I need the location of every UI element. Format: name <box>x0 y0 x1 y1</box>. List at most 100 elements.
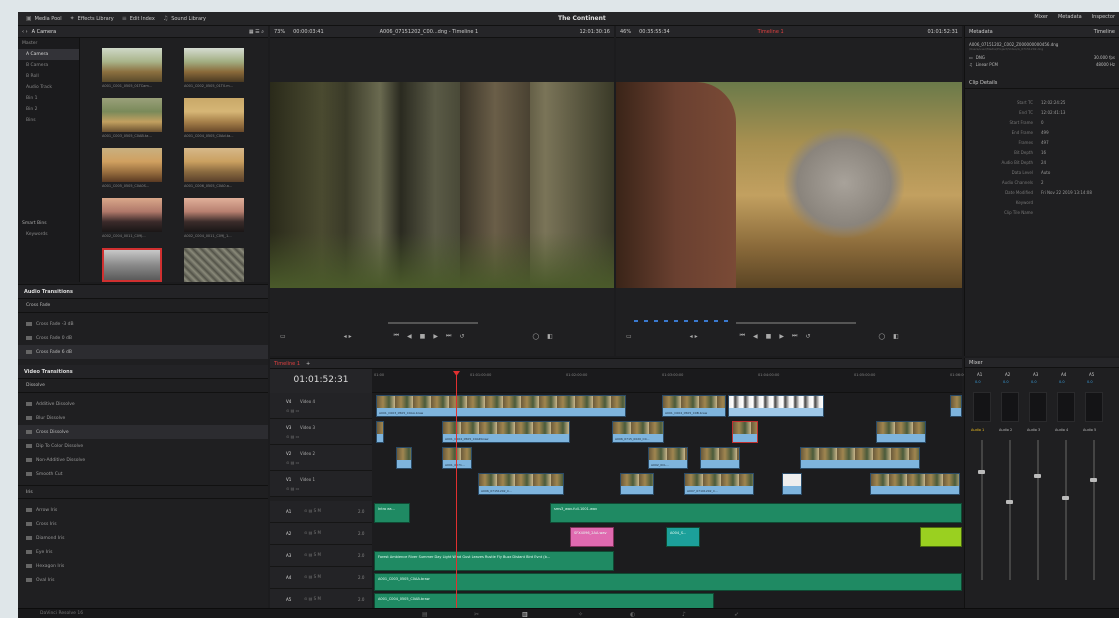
lock-icon[interactable]: ⊙ ▤ ▭ <box>286 408 299 413</box>
zoom-dropdown[interactable]: 46% <box>620 29 631 35</box>
audio-clip[interactable]: Forest Ambience River Summer Day Light W… <box>374 551 614 571</box>
video-clip[interactable]: A007_07101202_C... <box>684 473 754 495</box>
video-clip[interactable] <box>876 421 926 443</box>
grid-view-icon[interactable]: ▦ ☰ ⌕ <box>249 29 264 35</box>
color-page-icon[interactable]: ◐ <box>630 611 635 618</box>
effect-item[interactable]: Additive Dissolve <box>18 397 268 411</box>
fader-knob[interactable] <box>1090 478 1097 482</box>
effect-item[interactable]: Cross Iris <box>18 517 268 531</box>
effect-item[interactable]: Non-Additive Dissolve <box>18 453 268 467</box>
clip-thumbnail[interactable] <box>102 48 162 82</box>
clip-thumbnail[interactable] <box>102 148 162 182</box>
track-name[interactable]: Video 4 <box>300 399 315 404</box>
effect-item[interactable]: Diamond Iris <box>18 531 268 545</box>
master-bin[interactable]: Master <box>18 38 79 49</box>
mute-solo-icon[interactable]: ⊙ ▤ S M <box>304 596 321 601</box>
video-clip[interactable] <box>950 395 962 417</box>
back-icon[interactable]: ‹ › <box>22 29 28 35</box>
video-clip[interactable]: A006_07151202_C... <box>478 473 564 495</box>
effect-item[interactable]: Smooth Cut <box>18 467 268 481</box>
play-icon[interactable]: ▶ <box>433 333 438 340</box>
effect-item[interactable]: Dip To Color Dissolve <box>18 439 268 453</box>
video-track-header[interactable]: V2 Video 2 ⊙ ▤ ▭ <box>270 445 372 471</box>
video-track-header[interactable]: V4 Video 4 ⊙ ▤ ▭ <box>270 393 372 419</box>
audio-track-header[interactable]: A3 ⊙ ▤ S M 2.0 <box>270 545 372 567</box>
mark-out-icon[interactable]: ◧ <box>893 333 899 340</box>
video-clip[interactable]: A006_0715_0020_C0... <box>612 421 664 443</box>
effect-item[interactable]: Eye Iris <box>18 545 268 559</box>
metadata-value[interactable]: Fri Nov 22 2019 13:14:08 <box>1037 190 1092 195</box>
bin-item[interactable]: Audio Track <box>18 82 79 93</box>
effect-item[interactable]: Cross Dissolve <box>18 425 268 439</box>
mute-solo-icon[interactable]: ⊙ ▤ S M <box>304 552 321 557</box>
track-name[interactable]: Video 3 <box>300 425 315 430</box>
video-clip[interactable]: A001_0071... <box>442 447 472 469</box>
inspector-tab[interactable]: Inspector <box>1092 14 1115 20</box>
effect-item[interactable]: Cross Fade 0 dB <box>18 331 268 345</box>
mute-solo-icon[interactable]: ⊙ ▤ S M <box>304 508 321 513</box>
effect-item[interactable]: Cross Fade -3 dB <box>18 317 268 331</box>
bus-label[interactable]: Audio 5 <box>1083 428 1096 432</box>
audio-track-header[interactable]: A1 ⊙ ▤ S M 2.0 <box>270 501 372 523</box>
media-pool-tab[interactable]: ▣ Media Pool <box>26 15 62 22</box>
mute-solo-icon[interactable]: ⊙ ▤ S M <box>304 574 321 579</box>
timeline-name-dropdown[interactable]: Timeline 1 <box>758 29 784 35</box>
video-clip[interactable]: A001_C004_0505_C0AP.braw <box>442 421 570 443</box>
loop-icon[interactable]: ↺ <box>459 333 464 340</box>
next-clip-icon[interactable]: ⏭ <box>792 332 797 340</box>
timeline-tab[interactable]: Timeline <box>1094 29 1115 35</box>
sound-library-tab[interactable]: ♫ Sound Library <box>163 15 206 22</box>
source-scrub-bar[interactable] <box>388 322 478 324</box>
effect-item[interactable]: Oval Iris <box>18 573 268 587</box>
video-clip[interactable] <box>620 473 654 495</box>
deliver-page-icon[interactable]: ➶ <box>734 611 739 618</box>
bus-label[interactable]: Audio 1 <box>971 428 984 432</box>
mixer-tab[interactable]: Mixer <box>1034 14 1048 20</box>
lock-icon[interactable]: ⊙ ▤ ▭ <box>286 460 299 465</box>
mark-in-icon[interactable]: ◯ <box>878 333 885 340</box>
video-clip[interactable] <box>376 421 384 443</box>
playhead[interactable] <box>456 371 457 609</box>
video-clip[interactable] <box>396 447 412 469</box>
metadata-value[interactable]: 12:02:24:25 <box>1037 100 1065 105</box>
timeline-tab[interactable]: Timeline 1 <box>274 361 300 367</box>
video-clip[interactable] <box>870 473 960 495</box>
stop-icon[interactable]: ■ <box>420 333 426 340</box>
prev-clip-icon[interactable]: ⏮ <box>740 332 745 340</box>
effect-item[interactable]: Blur Dissolve <box>18 411 268 425</box>
video-clip[interactable] <box>700 447 740 469</box>
video-clip[interactable]: A002_0CL... <box>648 447 688 469</box>
video-clip[interactable] <box>732 421 758 443</box>
metadata-tab[interactable]: Metadata <box>1058 14 1082 20</box>
audio-clip[interactable]: A004_S... <box>666 527 700 547</box>
clip-thumbnail-selected[interactable] <box>102 248 162 282</box>
edit-page-icon[interactable]: ▥ <box>522 611 528 618</box>
fader-knob[interactable] <box>1006 500 1013 504</box>
cut-page-icon[interactable]: ✂ <box>474 611 479 618</box>
audio-clip[interactable]: Intro ea... <box>374 503 410 523</box>
metadata-value[interactable]: 499 <box>1037 130 1049 135</box>
play-reverse-icon[interactable]: ◀ <box>407 333 412 340</box>
bin-item[interactable]: Bin 1 <box>18 93 79 104</box>
effects-library-tab[interactable]: ✦ Effects Library <box>70 15 114 22</box>
fairlight-page-icon[interactable]: ♪ <box>682 611 686 618</box>
clip-thumbnail[interactable] <box>184 248 244 282</box>
effect-item[interactable]: Hexagon Iris <box>18 559 268 573</box>
track-name[interactable]: Video 2 <box>300 451 315 456</box>
lock-icon[interactable]: ⊙ ▤ ▭ <box>286 434 299 439</box>
bin-item[interactable]: B Camera <box>18 60 79 71</box>
edit-index-tab[interactable]: ≡ Edit Index <box>122 15 155 22</box>
metadata-value[interactable]: 12:02:41:13 <box>1037 110 1065 115</box>
clip-thumbnail[interactable] <box>184 48 244 82</box>
eq-thumbnail[interactable] <box>973 392 991 422</box>
fusion-page-icon[interactable]: ✧ <box>578 611 583 618</box>
clip-thumbnail[interactable] <box>184 148 244 182</box>
fader-knob[interactable] <box>978 470 985 474</box>
mark-in-icon[interactable]: ◯ <box>532 333 539 340</box>
prev-clip-icon[interactable]: ⏮ <box>394 332 399 340</box>
eq-thumbnail[interactable] <box>1001 392 1019 422</box>
audio-transitions-header[interactable]: Audio Transitions <box>18 285 268 299</box>
timeline-scrub-bar[interactable] <box>736 322 856 324</box>
play-reverse-icon[interactable]: ◀ <box>753 333 758 340</box>
metadata-value[interactable]: Auto <box>1037 170 1050 175</box>
